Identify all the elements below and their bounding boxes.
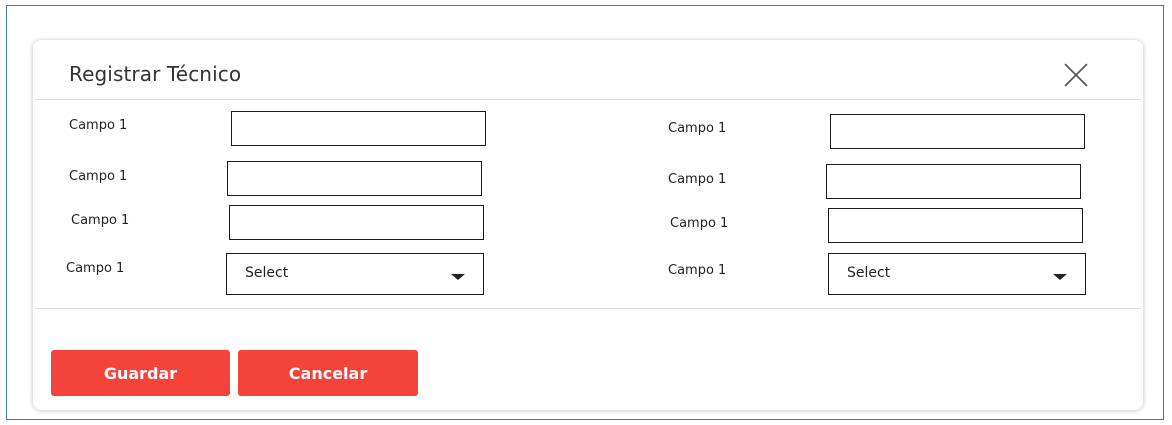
register-technician-dialog: Registrar Técnico Campo 1 Campo 1 Campo … xyxy=(33,40,1143,410)
text-field[interactable] xyxy=(826,164,1081,199)
field-label: Campo 1 xyxy=(66,261,125,276)
save-button[interactable]: Guardar xyxy=(51,350,230,396)
text-field[interactable] xyxy=(227,161,482,196)
header-divider xyxy=(35,99,1141,100)
field-label: Campo 1 xyxy=(69,118,128,133)
field-label: Campo 1 xyxy=(668,121,727,136)
close-icon[interactable] xyxy=(1061,60,1091,90)
text-field[interactable] xyxy=(231,111,486,146)
field-label: Campo 1 xyxy=(670,216,729,231)
select-value: Select xyxy=(245,265,289,281)
text-field[interactable] xyxy=(229,205,484,240)
text-field[interactable] xyxy=(828,208,1083,243)
text-field[interactable] xyxy=(830,114,1085,149)
dialog-title: Registrar Técnico xyxy=(69,62,242,86)
footer-divider xyxy=(35,308,1141,309)
select-value: Select xyxy=(847,265,891,281)
caret-down-icon xyxy=(451,274,465,280)
field-label: Campo 1 xyxy=(71,213,130,228)
select-dropdown[interactable]: Select xyxy=(828,253,1086,295)
field-label: Campo 1 xyxy=(69,169,128,184)
select-dropdown[interactable]: Select xyxy=(226,253,484,295)
caret-down-icon xyxy=(1053,274,1067,280)
field-label: Campo 1 xyxy=(668,263,727,278)
cancel-button[interactable]: Cancelar xyxy=(238,350,418,396)
field-label: Campo 1 xyxy=(668,172,727,187)
